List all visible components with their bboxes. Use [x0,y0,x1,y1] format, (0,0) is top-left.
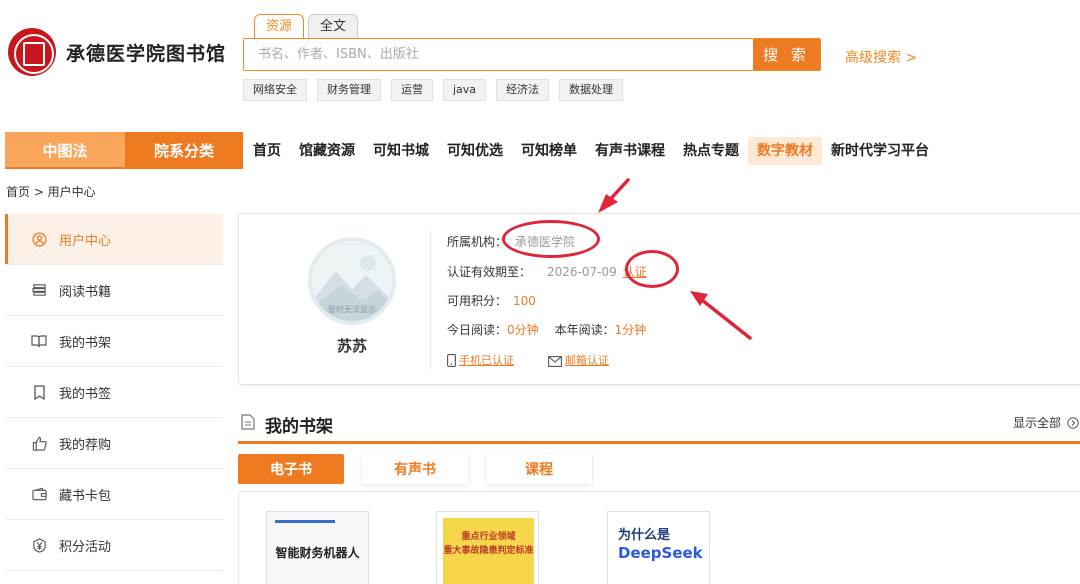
books-icon [31,282,47,298]
nav-bookstore[interactable]: 可知书城 [364,137,438,165]
sidebar-item-label: 用户中心 [59,233,112,249]
book-title: 智能财务机器人 [275,546,360,560]
institution-label: 所属机构： [447,235,508,249]
verification-row: 手机已认证 邮箱认证 [447,352,609,370]
library-name: 承德医学院图书馆 [66,42,227,65]
reading-time-row: 今日阅读：0分钟 本年阅读：1分钟 [447,321,646,338]
library-logo[interactable]: 承德医学院图书馆 [8,28,226,76]
book-cover[interactable]: 智能财务机器人 [266,511,369,584]
chevron-right-circle-icon [1067,417,1079,429]
institution-row: 所属机构： 承德医学院 [447,233,575,250]
sidebar-item-bookshelf[interactable]: 我的书架 [5,316,223,367]
sidebar-item-bookmarks[interactable]: 我的书签 [5,367,223,418]
arrow-to-institution [598,178,630,213]
sidebar-item-label: 积分活动 [59,539,112,555]
nav-audio-courses[interactable]: 有声书课程 [586,137,674,165]
avatar-placeholder-text: 暂时无法显示 [328,305,376,314]
book-title-line: 重点行业领域 [461,532,516,542]
sidebar-item-recommendations[interactable]: 我的荐购 [5,418,223,469]
tab-fulltext[interactable]: 全文 [308,14,359,39]
bookmark-icon [31,384,47,400]
email-icon [548,356,562,370]
phone-icon [447,354,456,370]
hot-tag[interactable]: 网络安全 [243,79,307,101]
book-title-line: 为什么是 [618,528,671,543]
card-divider [430,230,431,370]
book-cover[interactable]: 重点行业领域 重大事故隐患判定标准 [436,511,539,584]
sidebar-item-user-center[interactable]: 用户中心 [5,214,223,265]
tab-audiobooks[interactable]: 有声书 [362,454,468,484]
nav-category-clc[interactable]: 中图法 [5,132,125,168]
today-reading-label: 今日阅读： [447,323,508,337]
hot-tag[interactable]: 运营 [391,79,433,101]
sidebar-item-label: 我的荐购 [59,437,112,453]
nav-digital-textbooks[interactable]: 数字教材 [748,137,822,165]
points-label: 可用积分： [447,294,508,308]
open-book-icon [31,333,47,349]
nav-home[interactable]: 首页 [244,137,290,165]
advanced-search-link[interactable]: 高级搜索 > [845,47,917,67]
year-reading-label: 本年阅读： [554,323,615,337]
hot-tag[interactable]: java [443,79,487,101]
nav-rankings[interactable]: 可知榜单 [512,137,586,165]
bookshelf-divider [238,441,1080,444]
year-reading-value: 1分钟 [614,323,647,337]
sidebar-item-label: 我的书签 [59,386,112,402]
nav-new-era-platform[interactable]: 新时代学习平台 [822,137,938,165]
sidebar-item-card-wallet[interactable]: 藏书卡包 [5,469,223,520]
book-title-line: 重大事故隐患判定标准 [443,546,534,556]
tab-courses[interactable]: 课程 [486,454,592,484]
validity-date: 2026-07-09 [547,265,617,279]
search-bar: 搜 索 [243,38,821,71]
book-title: 重点行业领域 重大事故隐患判定标准 [443,530,534,558]
book-cover[interactable]: 为什么是 DeepSeek [607,511,710,584]
tab-resources[interactable]: 资源 [254,14,305,39]
tab-ebooks[interactable]: 电子书 [238,454,344,484]
document-icon [241,414,255,434]
breadcrumb: 首页 > 用户中心 [6,185,96,199]
nav-selected[interactable]: 可知优选 [438,137,512,165]
points-row: 可用积分： 100 [447,292,536,309]
search-type-tabs: 资源 全文 [254,14,362,39]
bookshelf-title: 我的书架 [265,417,333,437]
cover-background: 重点行业领域 重大事故隐患判定标准 [443,518,534,584]
nav-collection[interactable]: 馆藏资源 [290,137,364,165]
nav-hot-topics[interactable]: 热点专题 [674,137,748,165]
certify-link[interactable]: 认证 [623,265,647,279]
hot-tag[interactable]: 财务管理 [317,79,381,101]
sidebar-item-label: 阅读书籍 [59,284,112,300]
user-sidebar: 用户中心 阅读书籍 我的书架 我的书签 我的荐购 藏书卡包 积分活动 [5,214,223,571]
sidebar-item-read-books[interactable]: 阅读书籍 [5,265,223,316]
phone-verified-link[interactable]: 手机已认证 [459,354,514,367]
search-input[interactable] [244,39,753,70]
yen-coin-icon [31,537,47,553]
user-info-card: 暂时无法显示 苏苏 所属机构： 承德医学院 认证有效期至： 2026-07-09 认证… [238,213,1080,385]
sidebar-item-label: 藏书卡包 [59,488,112,504]
points-value: 100 [513,294,536,308]
cover-decoration [275,520,335,523]
email-verify-link[interactable]: 邮箱认证 [565,354,609,367]
show-all-label: 显示全部 [1013,416,1062,430]
validity-row: 认证有效期至： 2026-07-09 认证 [447,263,647,280]
sidebar-item-label: 我的书架 [59,335,112,351]
library-seal-icon [8,28,56,76]
avatar[interactable]: 暂时无法显示 [308,237,396,325]
hot-tag[interactable]: 经济法 [496,79,550,101]
validity-label: 认证有效期至： [447,265,532,279]
user-circle-icon [31,231,47,247]
main-nav: 首页 馆藏资源 可知书城 可知优选 可知榜单 有声书课程 热点专题 数字教材 新… [244,137,938,165]
thumbs-up-icon [31,435,47,451]
hot-tag[interactable]: 数据处理 [559,79,624,101]
show-all-link[interactable]: 显示全部 [1013,414,1079,431]
user-name: 苏苏 [336,337,367,355]
hot-search-tags: 网络安全 财务管理 运营 java 经济法 数据处理 [243,79,633,101]
sidebar-item-points[interactable]: 积分活动 [5,520,223,571]
wallet-icon [31,486,47,502]
today-reading-value: 0分钟 [507,323,539,337]
institution-value: 承德医学院 [515,235,576,249]
nav-underline [5,167,243,169]
search-button[interactable]: 搜 索 [753,39,820,70]
book-title-line: DeepSeek [618,544,703,562]
nav-category-department[interactable]: 院系分类 [125,132,243,168]
